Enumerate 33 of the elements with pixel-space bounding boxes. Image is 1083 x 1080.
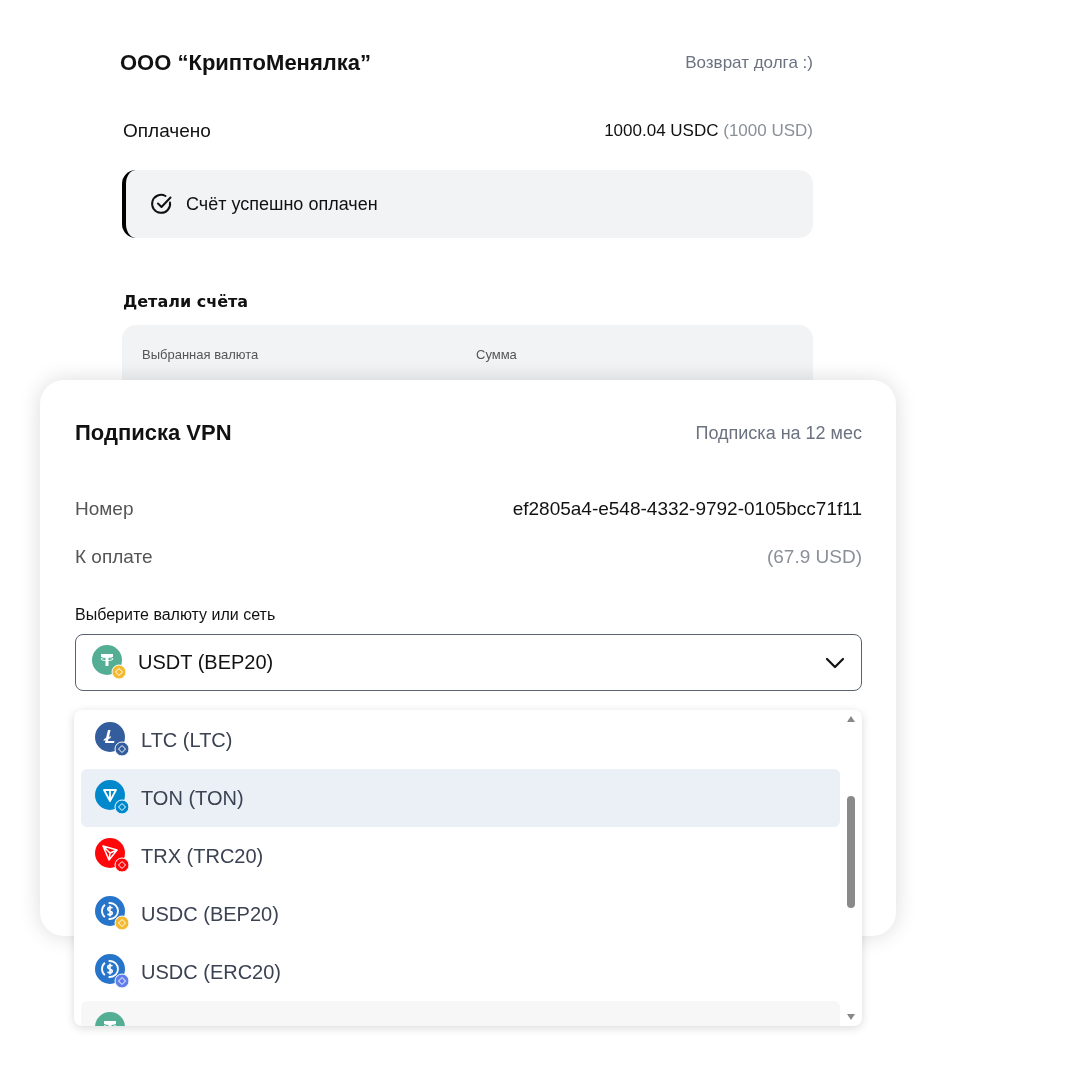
chevron-icon bbox=[825, 656, 845, 669]
coin-icon bbox=[95, 838, 131, 874]
status-label: Оплачено bbox=[123, 120, 211, 142]
field-label: К оплате bbox=[75, 546, 153, 568]
field-label: Номер bbox=[75, 498, 134, 520]
paid-amount-usd: (1000 USD) bbox=[723, 121, 813, 140]
currency-select[interactable]: USDT (BEP20) bbox=[75, 634, 862, 691]
coin-icon bbox=[92, 644, 128, 681]
dropdown-option[interactable]: TON (TON) bbox=[81, 769, 840, 827]
scroll-up-icon[interactable] bbox=[847, 716, 855, 722]
paid-amount: 1000.04 USDC bbox=[604, 121, 719, 140]
coin-icon bbox=[95, 954, 131, 990]
dropdown-option[interactable]: USDC (ERC20) bbox=[81, 943, 840, 1001]
dropdown-option[interactable]: USDC (BEP20) bbox=[81, 885, 840, 943]
invoice-title: Подписка VPN bbox=[75, 420, 232, 446]
invoice-subtitle: Подписка на 12 мес bbox=[695, 422, 862, 444]
section-title: Детали счёта bbox=[123, 292, 250, 311]
coin-icon bbox=[95, 722, 131, 758]
dropdown-option[interactable]: LTC (LTC) bbox=[81, 711, 840, 769]
coin-icon bbox=[95, 896, 131, 932]
column-label: Выбранная валюта bbox=[142, 347, 260, 364]
select-label: Выберите валюту или сеть bbox=[75, 606, 277, 624]
merchant-name: ООО “КриптоМенялка” bbox=[120, 50, 371, 76]
scroll-down-icon[interactable] bbox=[847, 1014, 855, 1020]
payment-purpose: Возврат долга :) bbox=[685, 53, 813, 73]
scrollbar-thumb[interactable] bbox=[847, 796, 855, 908]
coin-icon bbox=[95, 780, 131, 816]
column-label: Сумма bbox=[476, 347, 518, 364]
alert-text: Счёт успешно оплачен bbox=[186, 193, 378, 215]
check-circle-icon bbox=[150, 192, 174, 216]
field-value: ef2805a4-e548-4332-9792-0105bcc71f11 bbox=[512, 498, 862, 520]
field-value: (67.9 USD) bbox=[766, 546, 862, 568]
dropdown-option[interactable]: TRX (TRC20) bbox=[81, 827, 840, 885]
